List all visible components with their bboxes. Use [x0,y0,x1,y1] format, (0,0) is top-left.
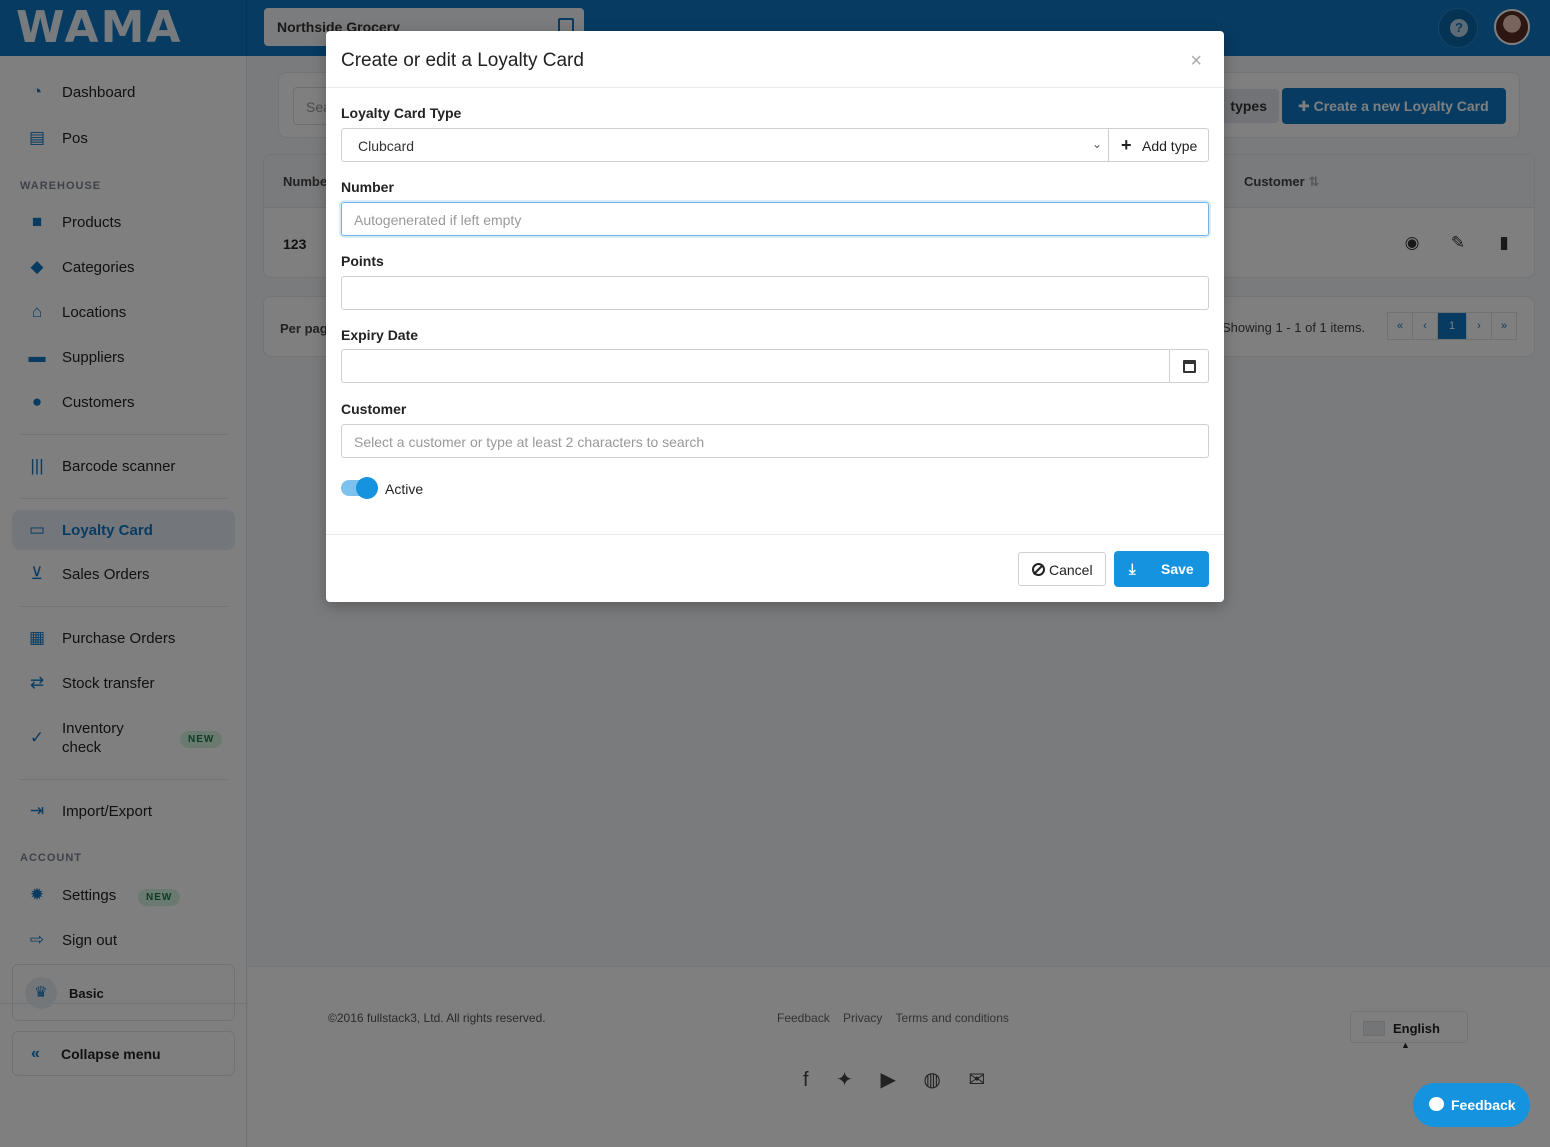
add-type-button[interactable]: + Add type [1108,128,1209,162]
download-icon: ⤓ [1129,561,1136,578]
toggle-knob [356,477,378,499]
loyalty-card-modal: Create or edit a Loyalty Card × Loyalty … [326,31,1224,602]
customer-select[interactable]: Select a customer or type at least 2 cha… [341,424,1209,458]
loyalty-card-type-label: Loyalty Card Type [341,105,462,121]
customer-label: Customer [341,401,407,417]
active-toggle[interactable] [341,477,378,499]
save-label: Save [1161,561,1194,577]
expiry-date-input[interactable] [341,349,1170,383]
loyalty-card-type-select[interactable]: Clubcard ⌄ [341,128,1109,162]
cancel-button[interactable]: Cancel [1018,552,1106,586]
add-type-label: Add type [1142,138,1198,154]
number-label: Number [341,179,394,195]
feedback-label: Feedback [1451,1097,1516,1113]
loyalty-card-type-value: Clubcard [358,138,415,154]
number-input[interactable]: Autogenerated if left empty [341,202,1209,236]
plus-icon: + [1121,135,1132,155]
points-input[interactable] [341,276,1209,310]
active-label: Active [385,481,424,497]
close-icon[interactable]: × [1190,51,1202,71]
modal-title: Create or edit a Loyalty Card [341,50,584,71]
comment-icon [1429,1097,1444,1111]
calendar-icon [1183,360,1196,373]
feedback-button[interactable]: Feedback [1413,1083,1530,1127]
ban-icon [1032,563,1045,576]
chevron-down-icon: ⌄ [1091,137,1102,151]
modal-footer: Cancel ⤓ Save [326,534,1224,602]
cancel-label: Cancel [1049,562,1093,578]
calendar-button[interactable] [1169,349,1209,383]
save-button[interactable]: ⤓ Save [1114,551,1209,587]
points-label: Points [341,253,384,269]
expiry-date-label: Expiry Date [341,327,419,343]
modal-header: Create or edit a Loyalty Card × [326,31,1224,88]
